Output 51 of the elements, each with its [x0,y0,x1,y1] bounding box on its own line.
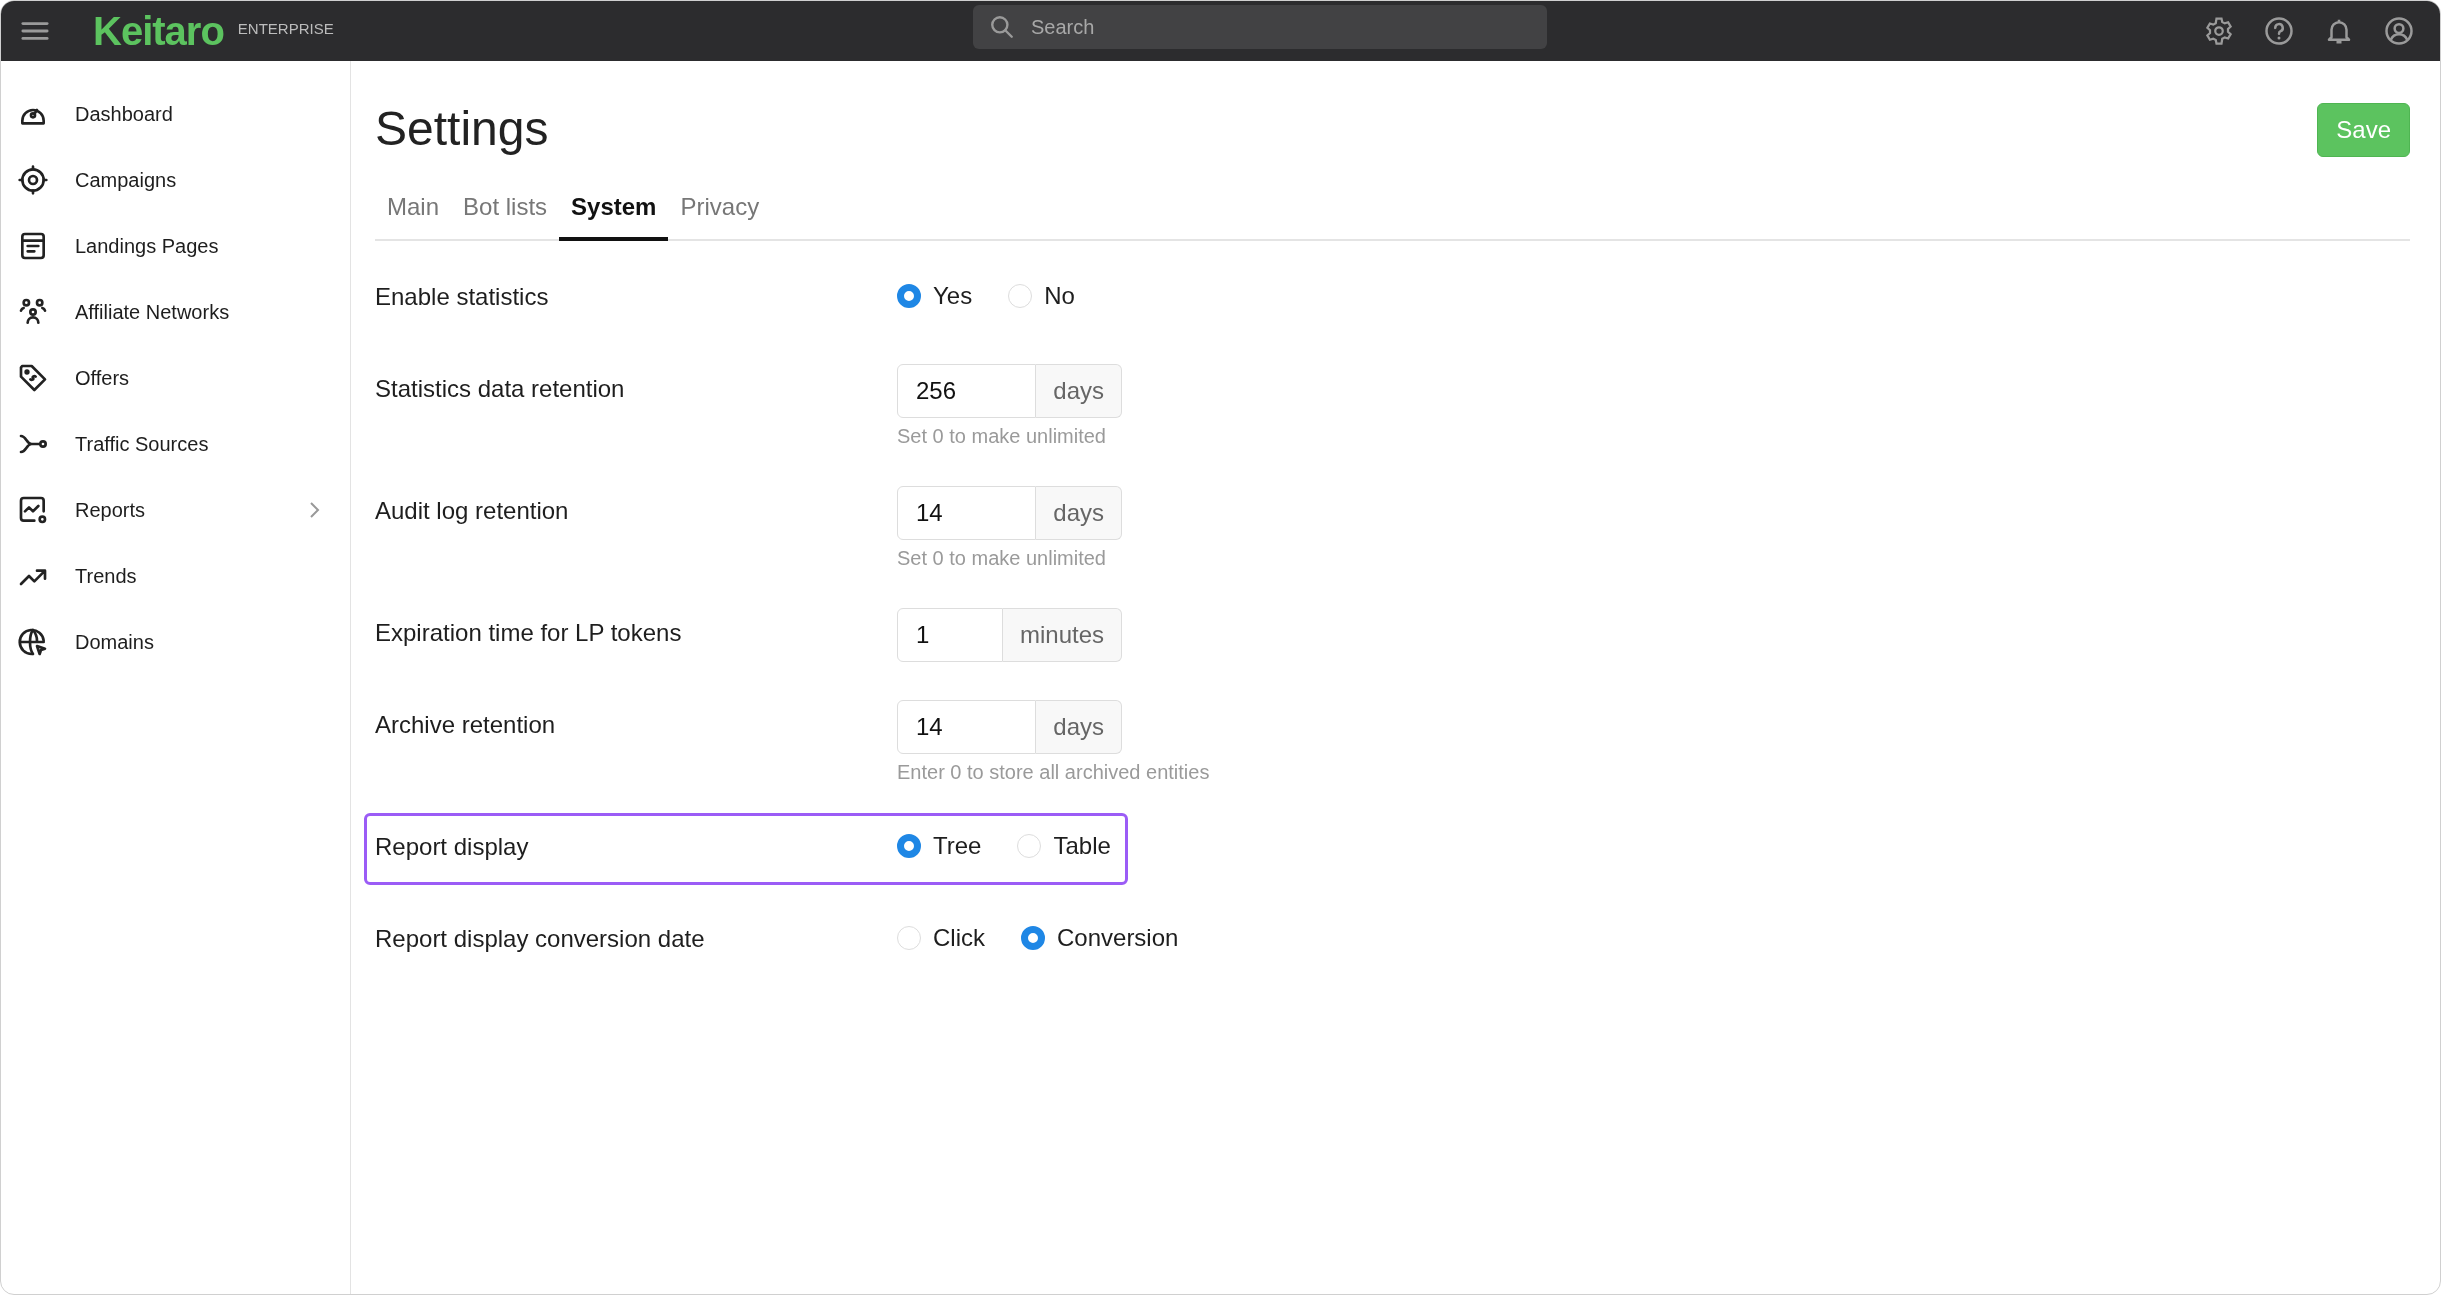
sidebar-item[interactable]: Trends [1,543,350,609]
hint-text: Set 0 to make unlimited [897,546,1107,570]
radio-option[interactable]: Click [897,924,985,952]
radio-option[interactable]: Tree [897,832,982,860]
search-icon [989,14,1015,40]
sidebar-item[interactable]: Traffic Sources [1,411,350,477]
sidebar-item[interactable]: Reports [1,477,350,543]
target-icon [17,164,49,196]
page-title: Settings [375,100,549,156]
field-label: Statistics data retention [375,374,626,403]
field-label: Audit log retention [375,496,570,525]
radio-option[interactable]: Conversion [1021,924,1179,952]
unit-addon: days [1036,364,1122,418]
field-label: Report display [375,832,530,861]
sidebar-item[interactable]: Domains [1,609,350,675]
hint-text: Set 0 to make unlimited [897,424,1107,448]
unit-addon: days [1036,486,1122,540]
tab[interactable]: Main [375,179,452,241]
globe-cursor-icon [17,626,49,658]
number-input[interactable]: 256 [897,364,1037,418]
number-input[interactable]: 14 [897,486,1037,540]
field-label: Archive retention [375,710,557,739]
tag-icon [17,362,49,394]
user-icon[interactable] [2384,16,2414,46]
chevron-right-icon [308,500,320,520]
field-label: Expiration time for LP tokens [375,618,683,647]
settings-icon[interactable] [2204,16,2234,46]
field-label: Report display conversion date [375,924,706,953]
tab[interactable]: Bot lists [451,179,560,241]
tab[interactable]: Privacy [668,179,772,241]
sidebar-item[interactable]: Affiliate Networks [1,279,350,345]
radio-option[interactable]: No [1008,282,1075,310]
unit-addon: days [1036,700,1122,754]
number-input[interactable]: 1 [897,608,1003,662]
field-label: Enable statistics [375,282,550,311]
radio-option[interactable]: Table [1017,832,1111,860]
sidebar-item[interactable]: Campaigns [1,147,350,213]
search-field[interactable]: Search [973,5,1547,49]
edition-label: ENTERPRISE [237,19,334,37]
unit-addon: minutes [1002,608,1122,662]
tab[interactable]: System [559,179,669,241]
sidebar-item[interactable]: Landings Pages [1,213,350,279]
sidebar-item[interactable]: Dashboard [1,81,350,147]
sidebar-item[interactable]: Offers [1,345,350,411]
hint-text: Enter 0 to store all archived entities [897,760,1210,784]
number-input[interactable]: 14 [897,700,1037,754]
chart-gear-icon [17,494,49,526]
help-icon[interactable] [2264,16,2294,46]
radio-option[interactable]: Yes [897,282,973,310]
logo[interactable]: Keitaro [93,8,224,54]
menu-icon[interactable] [21,20,49,42]
